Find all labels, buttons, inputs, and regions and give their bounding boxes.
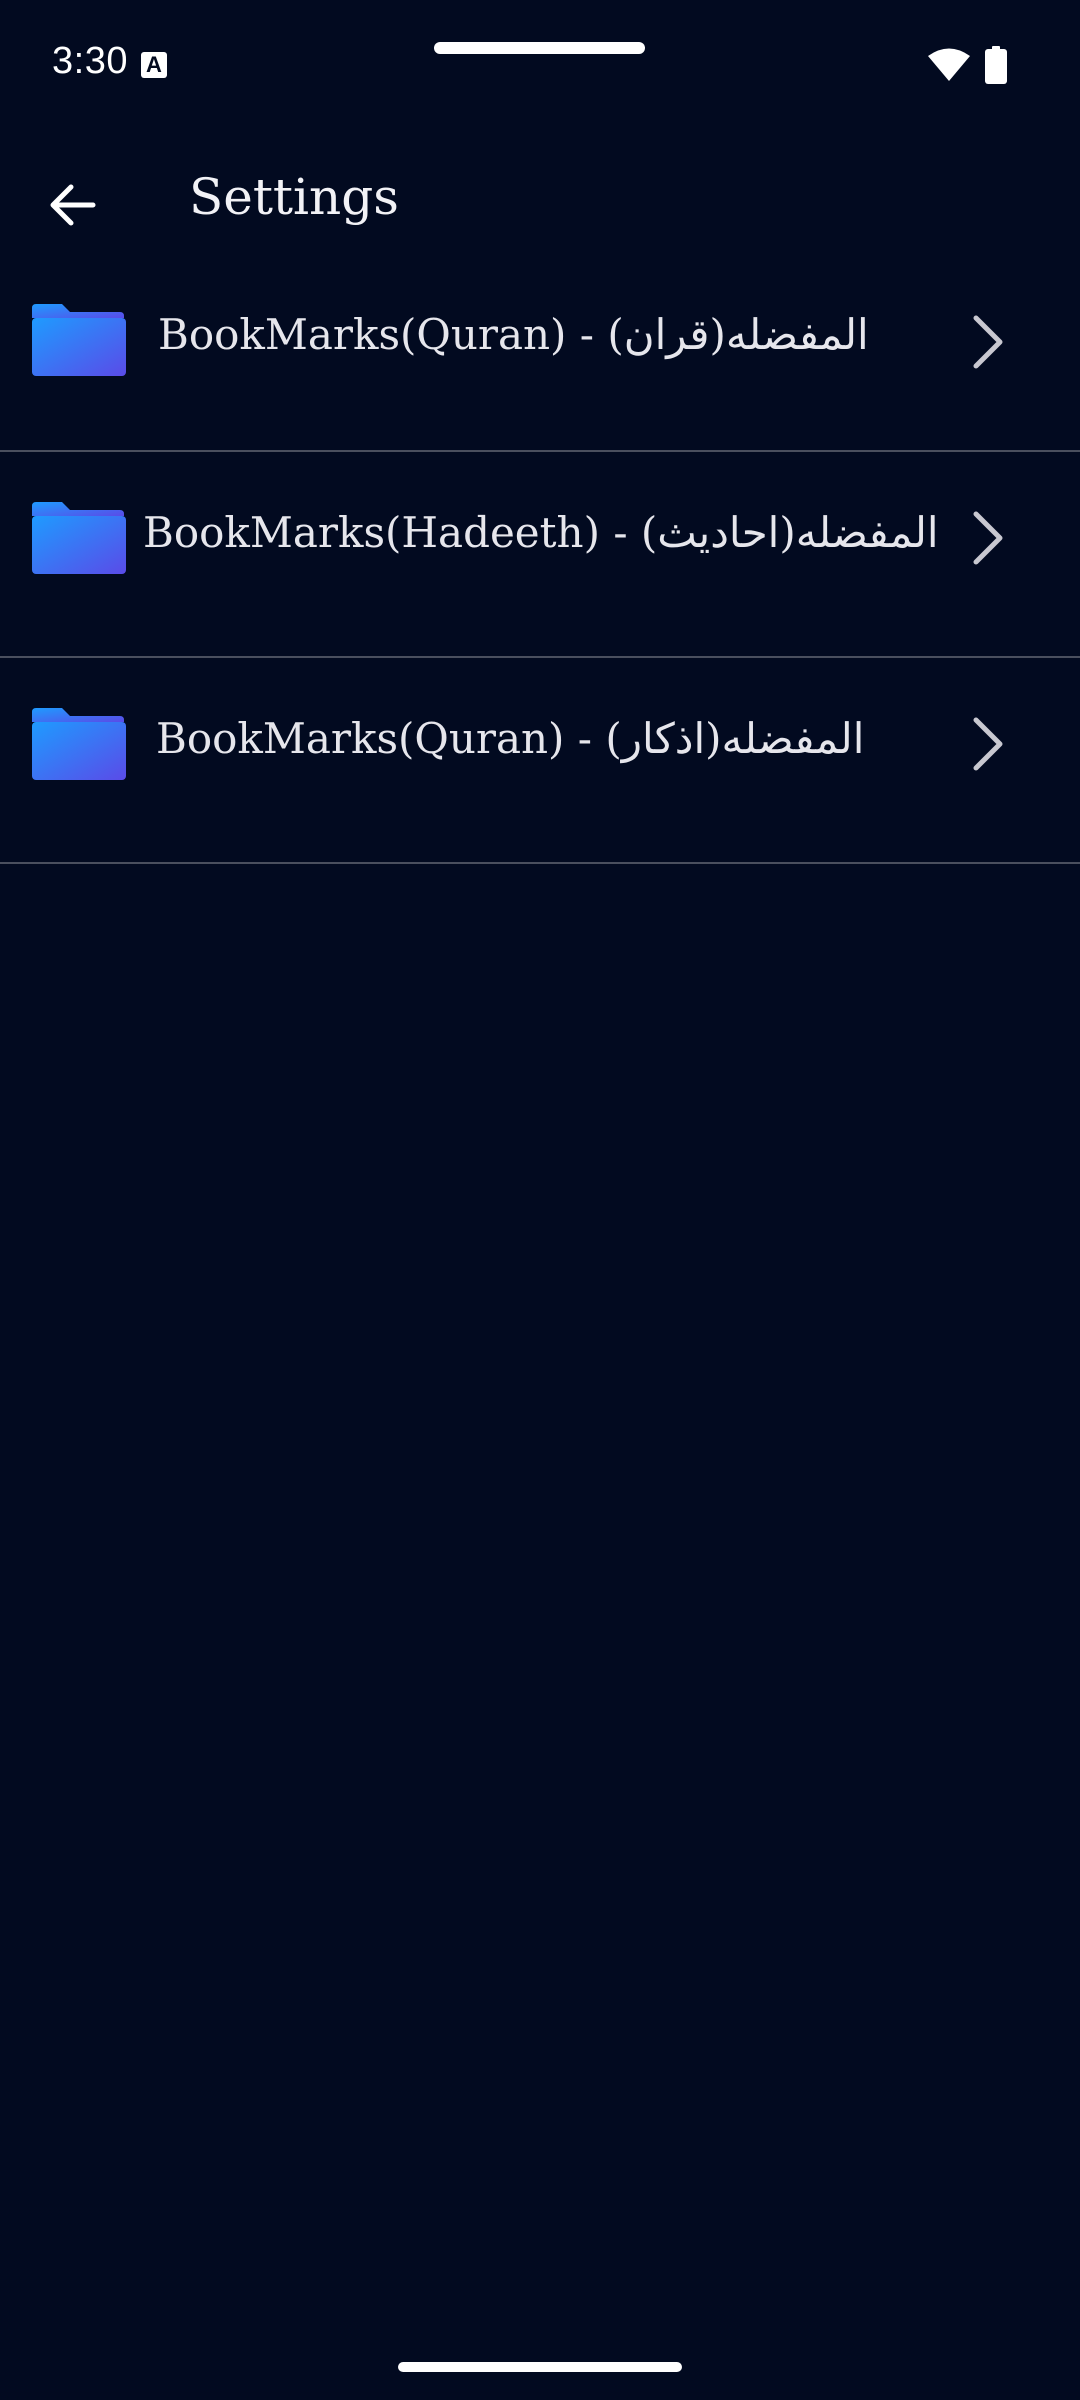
wifi-icon xyxy=(928,48,970,81)
list-item-hadeeth-bookmarks[interactable]: BookMarks(Hadeeth) - (المفضله(احادیث xyxy=(0,452,1080,658)
arrow-left-icon xyxy=(50,184,96,226)
status-bar: 3:30 A xyxy=(0,0,1080,120)
list-item-quran-bookmarks[interactable]: BookMarks(Quran) - (المفضله(قران xyxy=(0,270,1080,452)
chevron-right-icon xyxy=(973,511,1003,565)
list-item-label: BookMarks(Quran) - (المفضله(قران xyxy=(158,310,869,359)
bookmark-folder-list: BookMarks(Quran) - (المفضله(قران BookMar… xyxy=(0,270,1080,864)
a-notification-icon: A xyxy=(141,52,167,78)
folder-icon xyxy=(32,304,126,376)
battery-icon xyxy=(985,46,1007,84)
list-item-azkar-bookmarks[interactable]: BookMarks(Quran) - (المفضله(اذكار xyxy=(0,658,1080,864)
folder-icon xyxy=(32,502,126,574)
status-time: 3:30 xyxy=(52,40,128,82)
chevron-right-icon xyxy=(973,717,1003,771)
gesture-navigation-bar[interactable] xyxy=(398,2362,682,2372)
list-item-label: BookMarks(Quran) - (المفضله(اذكار xyxy=(156,714,865,763)
list-item-label: BookMarks(Hadeeth) - (المفضله(احادیث xyxy=(143,508,939,557)
page-title: Settings xyxy=(189,168,399,226)
folder-icon xyxy=(32,708,126,780)
camera-notch-pill xyxy=(434,42,645,54)
back-button[interactable] xyxy=(30,172,116,238)
a-notification-letter: A xyxy=(146,52,162,77)
chevron-right-icon xyxy=(973,315,1003,369)
app-bar: Settings xyxy=(0,150,1080,260)
